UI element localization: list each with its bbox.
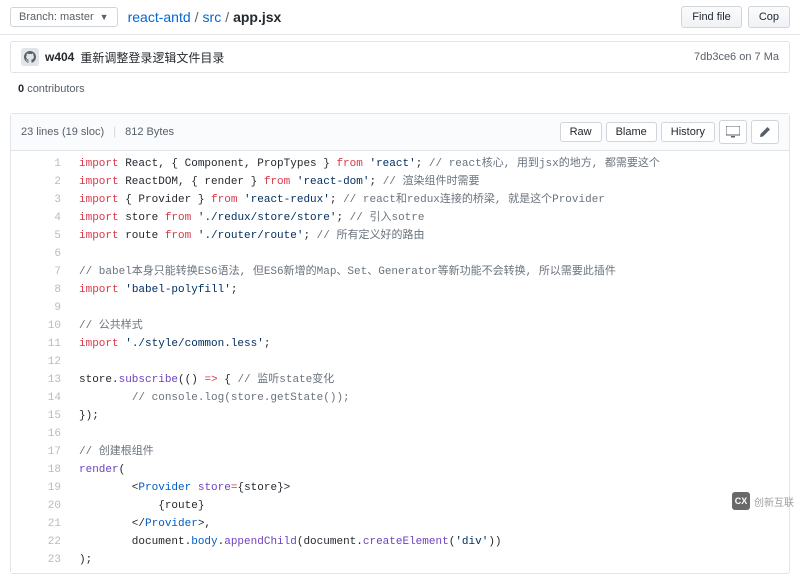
code-line: // babel本身只能转换ES6语法, 但ES6新增的Map、Set、Gene… <box>79 263 781 281</box>
branch-label: Branch: <box>19 11 57 23</box>
line-number[interactable]: 5 <box>11 227 61 245</box>
contributors-row: 0 contributors <box>0 79 800 103</box>
code-line: }); <box>79 407 781 425</box>
history-button[interactable]: History <box>661 122 715 142</box>
line-number[interactable]: 6 <box>11 245 61 263</box>
code-line <box>79 353 781 371</box>
code-line: import 'babel-polyfill'; <box>79 281 781 299</box>
crumb-sep: / <box>195 9 199 25</box>
line-number[interactable]: 14 <box>11 389 61 407</box>
line-number[interactable]: 7 <box>11 263 61 281</box>
avatar[interactable] <box>21 48 39 66</box>
code-line: {route} <box>79 497 781 515</box>
code-line: </Provider>, <box>79 515 781 533</box>
contrib-label: contributors <box>27 83 84 95</box>
line-number[interactable]: 8 <box>11 281 61 299</box>
line-number[interactable]: 22 <box>11 533 61 551</box>
line-number[interactable]: 15 <box>11 407 61 425</box>
line-number[interactable]: 20 <box>11 497 61 515</box>
copy-path-button[interactable]: Cop <box>748 6 790 28</box>
code-line: ); <box>79 551 781 569</box>
crumb-sep: / <box>225 9 229 25</box>
crumb-file: app.jsx <box>233 9 281 25</box>
code-line: import ReactDOM, { render } from 'react-… <box>79 173 781 191</box>
raw-button[interactable]: Raw <box>560 122 602 142</box>
code-line: import route from './router/route'; // 所… <box>79 227 781 245</box>
edit-button[interactable] <box>751 120 779 144</box>
code-area: 1234567891011121314151617181920212223 im… <box>11 151 789 573</box>
github-icon <box>24 51 36 63</box>
blame-button[interactable]: Blame <box>606 122 657 142</box>
code-line: <Provider store={store}> <box>79 479 781 497</box>
crumb-repo[interactable]: react-antd <box>128 9 191 25</box>
line-number[interactable]: 1 <box>11 155 61 173</box>
code-line: import React, { Component, PropTypes } f… <box>79 155 781 173</box>
code-line: import { Provider } from 'react-redux'; … <box>79 191 781 209</box>
line-number[interactable]: 12 <box>11 353 61 371</box>
line-number[interactable]: 17 <box>11 443 61 461</box>
line-number[interactable]: 9 <box>11 299 61 317</box>
desktop-button[interactable] <box>719 120 747 144</box>
commit-hash[interactable]: 7db3ce6 on 7 Ma <box>694 51 779 63</box>
code-body: import React, { Component, PropTypes } f… <box>71 151 789 573</box>
watermark: CX 创新互联 <box>732 492 794 510</box>
code-line <box>79 245 781 263</box>
code-line: // 公共样式 <box>79 317 781 335</box>
line-number[interactable]: 13 <box>11 371 61 389</box>
caret-down-icon: ▼ <box>100 12 109 22</box>
code-line: document.body.appendChild(document.creat… <box>79 533 781 551</box>
breadcrumb: react-antd / src / app.jsx <box>128 9 676 25</box>
file-header: 23 lines (19 sloc) | 812 Bytes Raw Blame… <box>11 114 789 151</box>
code-line <box>79 425 781 443</box>
line-number[interactable]: 11 <box>11 335 61 353</box>
pencil-icon <box>759 126 771 138</box>
commit-row: w404 重新调整登录逻辑文件目录 7db3ce6 on 7 Ma <box>10 41 790 73</box>
code-line: import './style/common.less'; <box>79 335 781 353</box>
crumb-dir[interactable]: src <box>203 9 222 25</box>
line-number[interactable]: 10 <box>11 317 61 335</box>
contrib-count: 0 <box>18 83 24 95</box>
code-line: import store from './redux/store/store';… <box>79 209 781 227</box>
file-lines: 23 lines (19 sloc) <box>21 126 104 138</box>
code-line: // console.log(store.getState()); <box>79 389 781 407</box>
line-number[interactable]: 4 <box>11 209 61 227</box>
desktop-icon <box>726 126 740 138</box>
line-number[interactable]: 3 <box>11 191 61 209</box>
branch-select[interactable]: Branch: master ▼ <box>10 7 118 27</box>
watermark-text: 创新互联 <box>754 494 794 509</box>
commit-author[interactable]: w404 <box>45 50 74 64</box>
line-number[interactable]: 18 <box>11 461 61 479</box>
code-line: store.subscribe(() => { // 监听state变化 <box>79 371 781 389</box>
line-number[interactable]: 21 <box>11 515 61 533</box>
commit-message[interactable]: 重新调整登录逻辑文件目录 <box>80 49 694 66</box>
line-number[interactable]: 16 <box>11 425 61 443</box>
gutter: 1234567891011121314151617181920212223 <box>11 151 71 573</box>
watermark-logo-icon: CX <box>732 492 750 510</box>
code-line <box>79 299 781 317</box>
line-number[interactable]: 19 <box>11 479 61 497</box>
file-size: 812 Bytes <box>125 126 174 138</box>
code-line: // 创建根组件 <box>79 443 781 461</box>
code-line: render( <box>79 461 781 479</box>
branch-name: master <box>60 11 94 23</box>
line-number[interactable]: 23 <box>11 551 61 569</box>
find-file-button[interactable]: Find file <box>681 6 742 28</box>
line-number[interactable]: 2 <box>11 173 61 191</box>
